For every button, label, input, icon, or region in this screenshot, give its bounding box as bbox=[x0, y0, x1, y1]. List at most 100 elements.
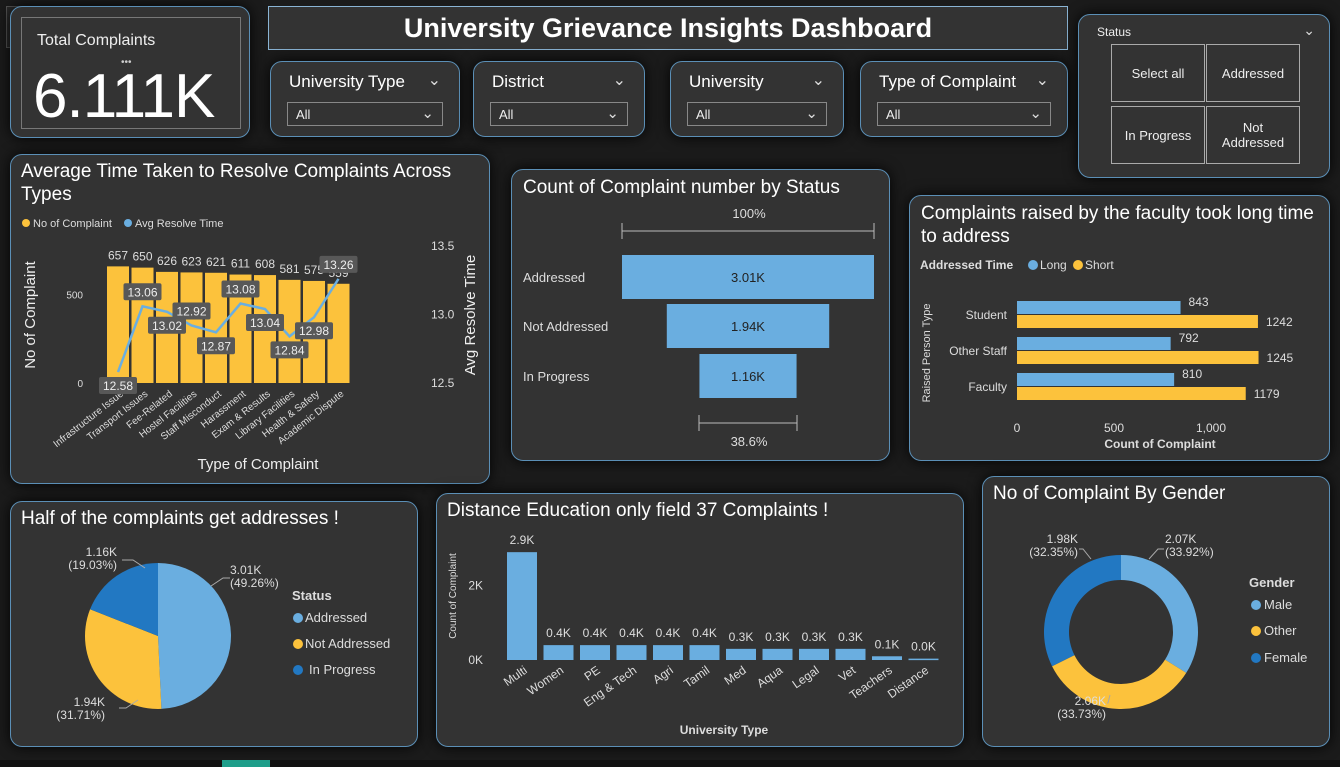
pie-chart-card: Half of the complaints get addresses ! S… bbox=[10, 501, 418, 747]
bar-short bbox=[1017, 351, 1259, 364]
status-option-select-all[interactable]: Select all bbox=[1111, 44, 1205, 102]
faculty-xlabel: Count of Complaint bbox=[1104, 437, 1215, 451]
pie-chart: Status Addressed Not Addressed In Progre… bbox=[56, 545, 390, 722]
bar-data-label: 0.3K bbox=[838, 630, 863, 644]
filter-dropdown[interactable]: All ⌄ bbox=[287, 102, 443, 126]
legend-male-icon bbox=[1251, 600, 1261, 610]
x-tick-label: Women bbox=[524, 663, 566, 698]
bar-long bbox=[1017, 373, 1175, 386]
chevron-down-icon[interactable]: ⌄ bbox=[1036, 70, 1049, 90]
faculty-legend-title: Addressed Time bbox=[920, 258, 1013, 272]
bar-complaints bbox=[616, 645, 647, 660]
chevron-down-icon[interactable]: ⌄ bbox=[613, 70, 626, 90]
combo-chart: No of Complaint Avg Resolve Time No of C… bbox=[22, 218, 479, 473]
bar-data-label: 0.0K bbox=[911, 640, 936, 654]
status-option-not-addressed[interactable]: Not Addressed bbox=[1206, 106, 1300, 164]
filter-dropdown[interactable]: All ⌄ bbox=[490, 102, 628, 126]
combo-ylabel-left: No of Complaint bbox=[22, 260, 39, 368]
legend-male: Male bbox=[1264, 597, 1292, 612]
chevron-down-icon[interactable]: ⌄ bbox=[1029, 104, 1042, 122]
y-tick-right: 13.0 bbox=[431, 308, 455, 322]
funnel-top-pct: 100% bbox=[732, 206, 766, 221]
bar-data-label: 792 bbox=[1179, 331, 1199, 345]
x-tick-label: PE bbox=[582, 663, 603, 684]
bar-data-label: 0.1K bbox=[875, 637, 900, 651]
bar-data-label: 608 bbox=[255, 257, 275, 271]
bar-data-label: 621 bbox=[206, 255, 226, 269]
bar-data-label: 623 bbox=[181, 254, 201, 268]
legend-short: Short bbox=[1085, 258, 1114, 272]
dist-ylabel: Count of Complaint bbox=[448, 553, 459, 639]
y-category-label: Other Staff bbox=[949, 344, 1007, 358]
line-data-label: 12.92 bbox=[176, 304, 206, 318]
y-category-label: Faculty bbox=[968, 380, 1007, 394]
donut-leader-line bbox=[1148, 548, 1164, 560]
bar-complaints bbox=[908, 658, 939, 661]
line-data-label: 12.98 bbox=[299, 324, 329, 338]
combo-ylabel-right: Avg Resolve Time bbox=[462, 255, 479, 376]
pie-value-label: 3.01K bbox=[230, 563, 261, 577]
dist-chart-card: Distance Education only field 37 Complai… bbox=[436, 493, 964, 747]
filter-university-type[interactable]: University Type ⌄ All ⌄ bbox=[270, 61, 460, 137]
x-tick-label: Distance bbox=[885, 663, 932, 701]
legend-not-addressed-icon bbox=[293, 639, 303, 649]
status-slicer: Status ⌄ Select all Addressed In Progres… bbox=[1078, 14, 1330, 178]
bar-complaints bbox=[762, 648, 793, 660]
chevron-down-icon[interactable]: ⌄ bbox=[812, 70, 825, 90]
status-option-in-progress[interactable]: In Progress bbox=[1111, 106, 1205, 164]
x-tick-label: Vet bbox=[836, 663, 859, 685]
donut-value-label: 1.98K bbox=[1047, 532, 1078, 546]
funnel-category-label: Addressed bbox=[523, 270, 585, 285]
gender-chart: Gender Male Other Female 2.07K(33.92%) 2.… bbox=[1029, 532, 1307, 721]
filter-dropdown[interactable]: All ⌄ bbox=[877, 102, 1051, 126]
filter-value: All bbox=[296, 107, 311, 122]
pie-pct-label: (49.26%) bbox=[230, 576, 279, 590]
combo-xlabel: Type of Complaint bbox=[198, 456, 320, 473]
filter-label: District bbox=[492, 72, 544, 91]
pie-value-label: 1.94K bbox=[74, 695, 105, 709]
status-option-addressed[interactable]: Addressed bbox=[1206, 44, 1300, 102]
y-tick-right: 12.5 bbox=[431, 376, 455, 390]
legend-no-of-complaint-icon bbox=[22, 219, 30, 227]
line-data-label: 13.04 bbox=[250, 316, 280, 330]
line-data-label: 12.58 bbox=[103, 379, 133, 393]
bar-short bbox=[1017, 387, 1246, 400]
filter-dropdown[interactable]: All ⌄ bbox=[687, 102, 827, 126]
line-data-label: 12.84 bbox=[274, 343, 304, 357]
legend-female-icon bbox=[1251, 653, 1261, 663]
donut-leader-line bbox=[1079, 548, 1092, 560]
y-tick-right: 13.5 bbox=[431, 239, 455, 253]
page-tab-active[interactable] bbox=[222, 760, 270, 767]
bar-complaints bbox=[689, 645, 720, 660]
legend-avg-resolve-time: Avg Resolve Time bbox=[135, 218, 223, 230]
kpi-value: 6.111K bbox=[33, 62, 215, 131]
pie-pct-label: (31.71%) bbox=[56, 708, 105, 722]
bar-data-label: 581 bbox=[279, 262, 299, 276]
pie-pct-label: (19.03%) bbox=[68, 558, 117, 572]
donut-slice bbox=[1052, 655, 1187, 709]
legend-other: Other bbox=[1264, 623, 1297, 638]
combo-chart-card: Average Time Taken to Resolve Complaints… bbox=[10, 154, 490, 484]
x-tick: 500 bbox=[1104, 421, 1124, 435]
filter-type-of-complaint[interactable]: Type of Complaint ⌄ All ⌄ bbox=[860, 61, 1068, 137]
gender-legend-title: Gender bbox=[1249, 575, 1295, 590]
bar-data-label: 0.4K bbox=[656, 626, 681, 640]
bar-data-label: 0.4K bbox=[619, 626, 644, 640]
chevron-down-icon[interactable]: ⌄ bbox=[1303, 22, 1315, 39]
chevron-down-icon[interactable]: ⌄ bbox=[428, 70, 441, 90]
page-title: University Grievance Insights Dashboard bbox=[403, 12, 933, 43]
chevron-down-icon[interactable]: ⌄ bbox=[421, 104, 434, 122]
pie-value-label: 1.16K bbox=[86, 545, 117, 559]
bar-data-label: 0.3K bbox=[729, 630, 754, 644]
pie-leader-line bbox=[210, 577, 230, 587]
donut-pct-label: (32.35%) bbox=[1029, 545, 1078, 559]
y-tick-left: 0 bbox=[77, 379, 83, 390]
chevron-down-icon[interactable]: ⌄ bbox=[606, 104, 619, 122]
bar-data-label: 0.3K bbox=[802, 630, 827, 644]
bar-data-label: 1242 bbox=[1266, 315, 1293, 329]
legend-avg-resolve-time-icon bbox=[124, 219, 132, 227]
filter-university[interactable]: University ⌄ All ⌄ bbox=[670, 61, 844, 137]
bar-data-label: 810 bbox=[1182, 367, 1202, 381]
chevron-down-icon[interactable]: ⌄ bbox=[805, 104, 818, 122]
filter-district[interactable]: District ⌄ All ⌄ bbox=[473, 61, 645, 137]
